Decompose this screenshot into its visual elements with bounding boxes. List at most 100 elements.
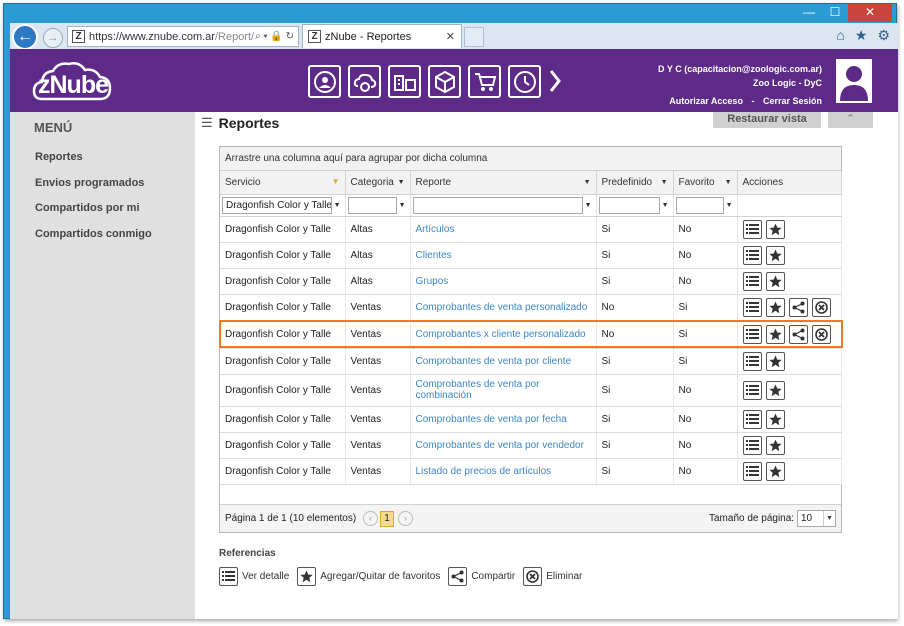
favorite-button[interactable] — [765, 219, 785, 239]
favorite-button[interactable] — [765, 271, 785, 291]
module-box-icon[interactable] — [428, 65, 461, 98]
hamburger-menu-icon[interactable]: ☰ — [201, 115, 213, 131]
cell-reporte[interactable]: Artículos — [410, 216, 597, 243]
logout-link[interactable]: Cerrar Sesión — [763, 96, 822, 106]
filter-favorito-input[interactable] — [675, 196, 724, 214]
page-size-select[interactable]: 10 ▼ — [797, 510, 836, 527]
share-button[interactable] — [788, 324, 808, 344]
view-detail-button[interactable] — [742, 351, 762, 371]
filter-icon[interactable]: ▼ — [726, 202, 733, 209]
favorite-button[interactable] — [765, 351, 785, 371]
module-clock-icon[interactable] — [508, 65, 541, 98]
tab-znube-reportes[interactable]: Z zNube - Reportes ✕ — [302, 24, 462, 48]
address-bar-icons[interactable]: ⌕ ▾ 🔒 ↻ — [255, 31, 298, 42]
chevron-down-icon[interactable]: ▼ — [823, 511, 835, 526]
home-icon[interactable]: ⌂ — [836, 27, 844, 44]
favorite-button[interactable] — [765, 435, 785, 455]
authorize-access-link[interactable]: Autorizar Acceso — [669, 96, 743, 106]
filter-icon[interactable]: ▼ — [398, 179, 405, 186]
restore-view-button[interactable]: Restaurar vista — [713, 112, 821, 128]
table-row[interactable]: Dragonfish Color y Talle Ventas Comprobant… — [220, 348, 842, 375]
cell-reporte[interactable]: Comprobantes x cliente personalizado — [410, 320, 597, 349]
column-header-categoria[interactable]: Categoria ▼ — [345, 171, 411, 195]
address-bar[interactable]: Z https://www.znube.com.ar/Report/ ⌕ ▾ 🔒… — [67, 26, 299, 47]
minimize-button[interactable]: — — [796, 4, 822, 22]
cell-reporte[interactable]: Clientes — [410, 242, 597, 269]
cell-reporte[interactable]: Comprobantes de venta personalizado — [410, 294, 597, 321]
filter-icon[interactable]: ▼ — [584, 179, 591, 186]
view-detail-button[interactable] — [742, 245, 762, 265]
view-detail-button[interactable] — [742, 380, 762, 400]
cell-reporte[interactable]: Grupos — [410, 268, 597, 295]
view-detail-button[interactable] — [742, 461, 762, 481]
favorite-button[interactable] — [765, 245, 785, 265]
table-row[interactable]: Dragonfish Color y Talle Ventas Comprobant… — [220, 374, 842, 407]
favorite-button[interactable] — [765, 324, 785, 344]
report-link[interactable]: Listado de precios de artículos — [416, 466, 552, 477]
table-row[interactable]: Dragonfish Color y Talle Ventas Comprobant… — [220, 406, 842, 433]
avatar[interactable] — [836, 59, 872, 103]
cell-reporte[interactable]: Comprobantes de venta por combinación — [410, 374, 597, 407]
znube-logo[interactable]: zNube — [32, 59, 112, 104]
forward-button[interactable]: → — [43, 28, 63, 48]
sidebar-item-compartidos-conmigo[interactable]: Compartidos conmigo — [35, 228, 152, 240]
report-link[interactable]: Comprobantes de venta por vendedor — [416, 440, 584, 451]
view-detail-button[interactable] — [742, 297, 762, 317]
collapse-button[interactable]: ⌃ — [828, 112, 873, 128]
delete-button[interactable] — [811, 297, 831, 317]
share-button[interactable] — [788, 297, 808, 317]
group-by-panel[interactable]: Arrastre una columna aquí para agrupar p… — [220, 147, 841, 171]
view-detail-button[interactable] — [742, 271, 762, 291]
favorite-button[interactable] — [765, 297, 785, 317]
sidebar-item-compartidos-por-mi[interactable]: Compartidos por mi — [35, 202, 140, 214]
report-link[interactable]: Comprobantes de venta por cliente — [416, 356, 572, 367]
column-header-reporte[interactable]: Reporte ▼ — [410, 171, 597, 195]
filter-icon[interactable]: ▼ — [661, 179, 668, 186]
cell-reporte[interactable]: Comprobantes de venta por cliente — [410, 348, 597, 375]
report-link[interactable]: Clientes — [416, 250, 452, 261]
view-detail-button[interactable] — [742, 409, 762, 429]
prev-page-icon[interactable]: ‹ — [363, 511, 378, 526]
module-cloud-settings-icon[interactable] — [348, 65, 381, 98]
filter-predefinido-input[interactable] — [598, 196, 660, 214]
sort-icon[interactable]: ▼ — [332, 177, 340, 186]
table-row[interactable]: Dragonfish Color y Talle Ventas Comprobant… — [220, 432, 842, 459]
sidebar-item-envios-programados[interactable]: Envios programados — [35, 177, 144, 189]
new-tab-button[interactable] — [464, 27, 484, 47]
report-link[interactable]: Comprobantes x cliente personalizado — [416, 329, 586, 340]
report-link[interactable]: Comprobantes de venta por fecha — [416, 414, 567, 425]
delete-button[interactable] — [811, 324, 831, 344]
module-next-arrow-icon[interactable] — [548, 65, 562, 98]
report-link[interactable]: Grupos — [416, 276, 449, 287]
favorites-star-icon[interactable]: ★ — [855, 27, 868, 44]
filter-icon[interactable]: ▼ — [585, 202, 592, 209]
report-link[interactable]: Comprobantes de venta por combinación — [416, 379, 540, 401]
current-page-button[interactable]: 1 — [380, 511, 394, 527]
report-link[interactable]: Artículos — [416, 224, 455, 235]
column-header-favorito[interactable]: Favorito ▼ — [673, 171, 738, 195]
cell-reporte[interactable]: Comprobantes de venta por fecha — [410, 406, 597, 433]
table-row[interactable]: Dragonfish Color y Talle Altas Grupos Si No — [220, 268, 842, 295]
view-detail-button[interactable] — [742, 219, 762, 239]
column-header-servicio[interactable]: Servicio ▼ — [220, 171, 346, 195]
module-users-icon[interactable] — [308, 65, 341, 98]
view-detail-button[interactable] — [742, 435, 762, 455]
close-window-button[interactable]: ✕ — [848, 4, 892, 22]
table-row[interactable]: Dragonfish Color y Talle Ventas Comprobant… — [220, 320, 842, 349]
filter-icon[interactable]: ▼ — [334, 202, 341, 209]
module-warehouse-icon[interactable] — [388, 65, 421, 98]
module-cart-icon[interactable] — [468, 65, 501, 98]
report-link[interactable]: Comprobantes de venta personalizado — [416, 302, 588, 313]
filter-icon[interactable]: ▼ — [399, 202, 406, 209]
table-row[interactable]: Dragonfish Color y Talle Ventas Listado de… — [220, 458, 842, 485]
filter-servicio-input[interactable]: Dragonfish Color y Talle — [222, 196, 332, 214]
cell-reporte[interactable]: Listado de precios de artículos — [410, 458, 597, 485]
next-page-icon[interactable]: › — [398, 511, 413, 526]
table-row[interactable]: Dragonfish Color y Talle Altas Clientes Si N… — [220, 242, 842, 269]
table-row[interactable]: Dragonfish Color y Talle Ventas Comprobant… — [220, 294, 842, 321]
back-button[interactable]: ← — [12, 24, 38, 50]
column-header-predefinido[interactable]: Predefinido ▼ — [596, 171, 674, 195]
filter-reporte-input[interactable] — [412, 196, 583, 214]
table-row[interactable]: Dragonfish Color y Talle Altas Artículos Si… — [220, 216, 842, 243]
maximize-button[interactable]: ☐ — [822, 4, 848, 22]
